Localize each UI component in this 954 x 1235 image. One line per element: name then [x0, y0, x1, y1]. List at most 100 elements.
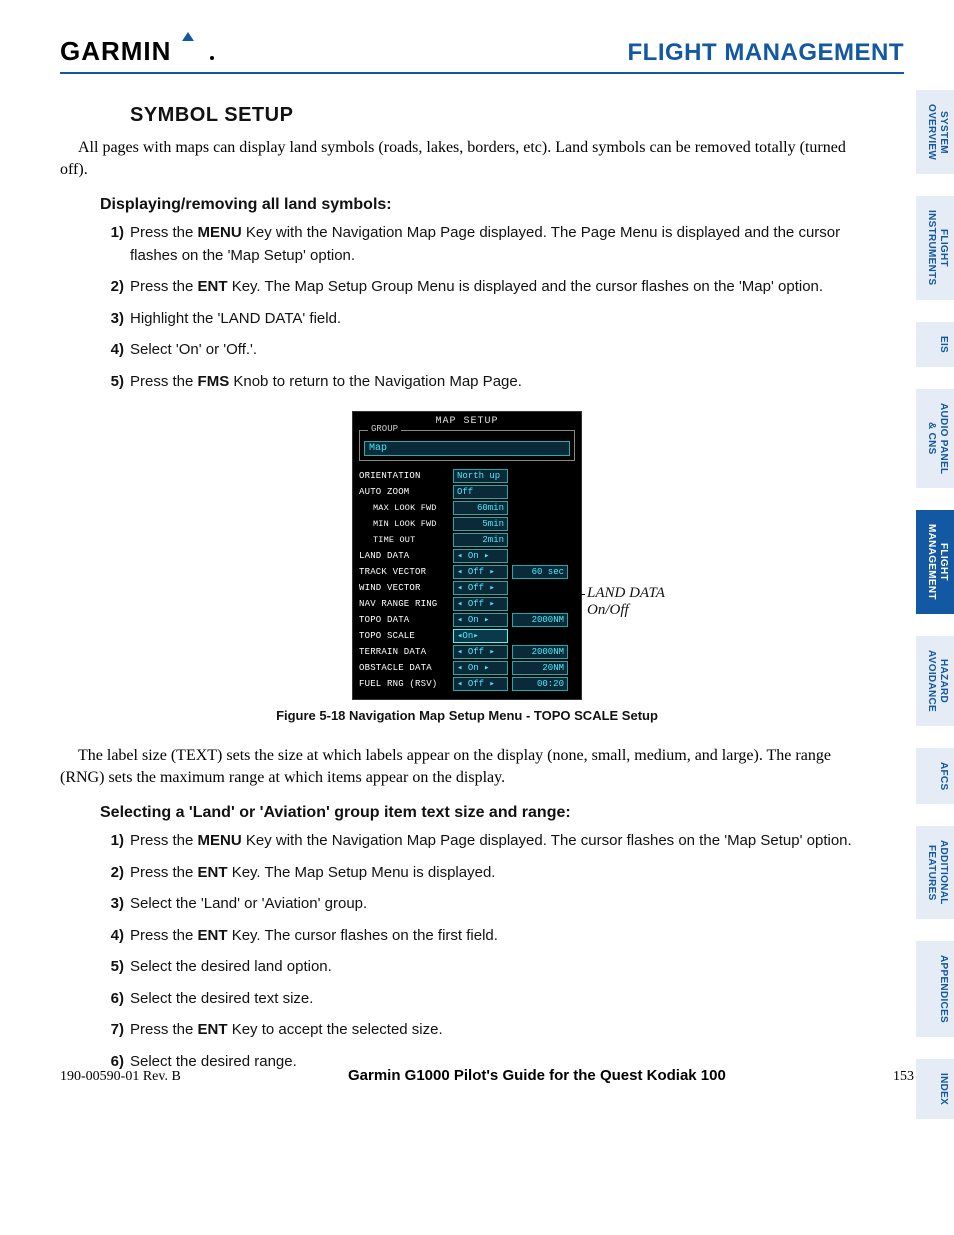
page-footer: 190-00590-01 Rev. B Garmin G1000 Pilot's…: [60, 1067, 914, 1085]
step-text: Press the ENT Key to accept the selected…: [130, 1021, 443, 1038]
step-bold: ENT: [198, 927, 228, 944]
step-bold: ENT: [198, 278, 228, 295]
figure-row-label: ORIENTATION: [359, 471, 449, 481]
step-text: Select 'On' or 'Off.'.: [130, 341, 257, 358]
callout-line: [549, 594, 585, 595]
figure-row-label: OBSTACLE DATA: [359, 663, 449, 673]
figure-group-value: Map: [364, 441, 570, 456]
step-number: 2): [102, 862, 124, 885]
sidebar-tab[interactable]: SYSTEM OVERVIEW: [916, 90, 954, 174]
figure-row: TOPO DATA ◂ On ▸ 2000NM: [359, 613, 575, 627]
step-bold: MENU: [198, 224, 242, 241]
sidebar-tab[interactable]: AUDIO PANEL & CNS: [916, 389, 954, 488]
figure-row: TIME OUT2min: [359, 533, 575, 547]
figure-row: NAV RANGE RING ◂ Off ▸: [359, 597, 575, 611]
step-text: Select the desired text size.: [130, 990, 313, 1007]
brand-text: GARMIN: [60, 36, 171, 64]
figure-row-value: ◂ On ▸: [453, 549, 508, 563]
figure-row-label: TOPO DATA: [359, 615, 449, 625]
figure-row-value: 60min: [453, 501, 508, 515]
step-item: 3)Select the 'Land' or 'Aviation' group.: [102, 893, 874, 916]
sidebar-tabs: SYSTEM OVERVIEW FLIGHT INSTRUMENTS EIS AUDI…: [916, 90, 954, 1119]
step-item: 5) Press the FMS Knob to return to the Na…: [102, 371, 874, 394]
figure-row-value: ◂ Off ▸: [453, 645, 508, 659]
figure-row-value: ◂ Off ▸: [453, 565, 508, 579]
main-content: SYMBOL SETUP All pages with maps can dis…: [60, 104, 934, 1073]
figure-row-value2: 2000NM: [512, 613, 568, 627]
figure-row: LAND DATA ◂ On ▸: [359, 549, 575, 563]
figure-rows: ORIENTATIONNorth up AUTO ZOOMOff MAX LOOK …: [353, 465, 581, 699]
step-item: 6) Select the desired text size.: [102, 988, 874, 1011]
page-header: GARMIN FLIGHT MANAGEMENT: [60, 30, 904, 74]
footer-page-number: 153: [893, 1069, 914, 1085]
steps-list-1: 1) Press the MENU Key with the Navigation…: [102, 222, 874, 393]
figure-caption: Figure 5-18 Navigation Map Setup Menu - …: [60, 708, 874, 723]
figure-row: OBSTACLE DATA◂ On ▸20NM: [359, 661, 575, 675]
figure-row-label: AUTO ZOOM: [359, 487, 449, 497]
figure-wrap: MAP SETUP GROUP Map ORIENTATIONNorth upA…: [60, 411, 874, 700]
footer-revision: 190-00590-01 Rev. B: [60, 1069, 181, 1085]
figure-row: WIND VECTOR◂ Off ▸: [359, 581, 575, 595]
figure-row: TERRAIN DATA◂ Off ▸2000NM: [359, 645, 575, 659]
step-item: 2)Press the ENT Key. The Map Setup Group…: [102, 276, 874, 299]
figure-row-label: LAND DATA: [359, 551, 449, 561]
figure-row-value: ◂ Off ▸: [453, 677, 508, 691]
sidebar-tab[interactable]: HAZARD AVOIDANCE: [916, 636, 954, 726]
header-title: FLIGHT MANAGEMENT: [628, 39, 904, 69]
figure-row-label: MIN LOOK FWD: [359, 519, 449, 529]
figure-row-value: ◂ Off ▸: [453, 597, 508, 611]
step-bold: FMS: [198, 373, 230, 390]
step-number: 4): [102, 925, 124, 948]
body-paragraph-2: The label size (TEXT) sets the size at w…: [60, 745, 874, 788]
figure-row: AUTO ZOOMOff: [359, 485, 575, 499]
sidebar-tab[interactable]: FLIGHT MANAGEMENT: [916, 510, 954, 614]
sidebar-tab[interactable]: AFCS: [916, 748, 954, 804]
sidebar-tab[interactable]: APPENDICES: [916, 941, 954, 1037]
step-text: Press the ENT Key. The Map Setup Menu is…: [130, 864, 495, 881]
step-text: Select the desired land option.: [130, 958, 332, 975]
figure-row-value: 5min: [453, 517, 508, 531]
figure-row-label: WIND VECTOR: [359, 583, 449, 593]
figure-row-value: ◂On▸: [453, 629, 508, 643]
figure-row-value: ◂ On ▸: [453, 613, 508, 627]
section-title: SYMBOL SETUP: [130, 104, 874, 127]
figure-row: ORIENTATIONNorth up: [359, 469, 575, 483]
step-number: 2): [102, 276, 124, 299]
step-number: 1): [102, 830, 124, 853]
figure-row-label: NAV RANGE RING: [359, 599, 449, 609]
sidebar-tab[interactable]: ADDITIONAL FEATURES: [916, 826, 954, 919]
figure-row-value2: 20NM: [512, 661, 568, 675]
figure-row-label: TRACK VECTOR: [359, 567, 449, 577]
subheading-1: Displaying/removing all land symbols:: [100, 196, 874, 214]
step-number: 6): [102, 988, 124, 1011]
step-bold: ENT: [198, 864, 228, 881]
step-text: Press the ENT Key. The cursor flashes on…: [130, 927, 498, 944]
map-setup-figure: MAP SETUP GROUP Map ORIENTATIONNorth upA…: [352, 411, 582, 700]
figure-row: MAX LOOK FWD60min: [359, 501, 575, 515]
sidebar-tab[interactable]: FLIGHT INSTRUMENTS: [916, 196, 954, 300]
step-text: Highlight the 'LAND DATA' field.: [130, 310, 341, 327]
figure-row-label: FUEL RNG (RSV): [359, 679, 449, 689]
figure-row-label: TOPO SCALE: [359, 631, 449, 641]
step-number: 7): [102, 1019, 124, 1042]
figure-row-value2: 00:20: [512, 677, 568, 691]
step-text: Press the FMS Knob to return to the Navi…: [130, 373, 522, 390]
step-item: 1) Press the MENU Key with the Navigation…: [102, 830, 874, 853]
step-text: Press the MENU Key with the Navigation M…: [130, 832, 852, 849]
figure-row-label: TIME OUT: [359, 535, 449, 545]
step-item: 3) Highlight the 'LAND DATA' field.: [102, 308, 874, 331]
step-bold: ENT: [198, 1021, 228, 1038]
steps-list-2: 1) Press the MENU Key with the Navigation…: [102, 830, 874, 1073]
step-number: 1): [102, 222, 124, 245]
figure-callout: LAND DATA On/Off: [587, 585, 665, 620]
step-text: Press the MENU Key with the Navigation M…: [130, 224, 840, 264]
figure-row: TOPO SCALE ◂On▸: [359, 629, 575, 643]
sidebar-tab[interactable]: EIS: [916, 322, 954, 367]
step-number: 5): [102, 371, 124, 394]
figure-group-label: GROUP: [368, 424, 401, 434]
step-item: 7) Press the ENT Key to accept the select…: [102, 1019, 874, 1042]
step-number: 3): [102, 308, 124, 331]
figure-row-label: TERRAIN DATA: [359, 647, 449, 657]
step-bold: MENU: [198, 832, 242, 849]
sidebar-tab[interactable]: INDEX: [916, 1059, 954, 1119]
